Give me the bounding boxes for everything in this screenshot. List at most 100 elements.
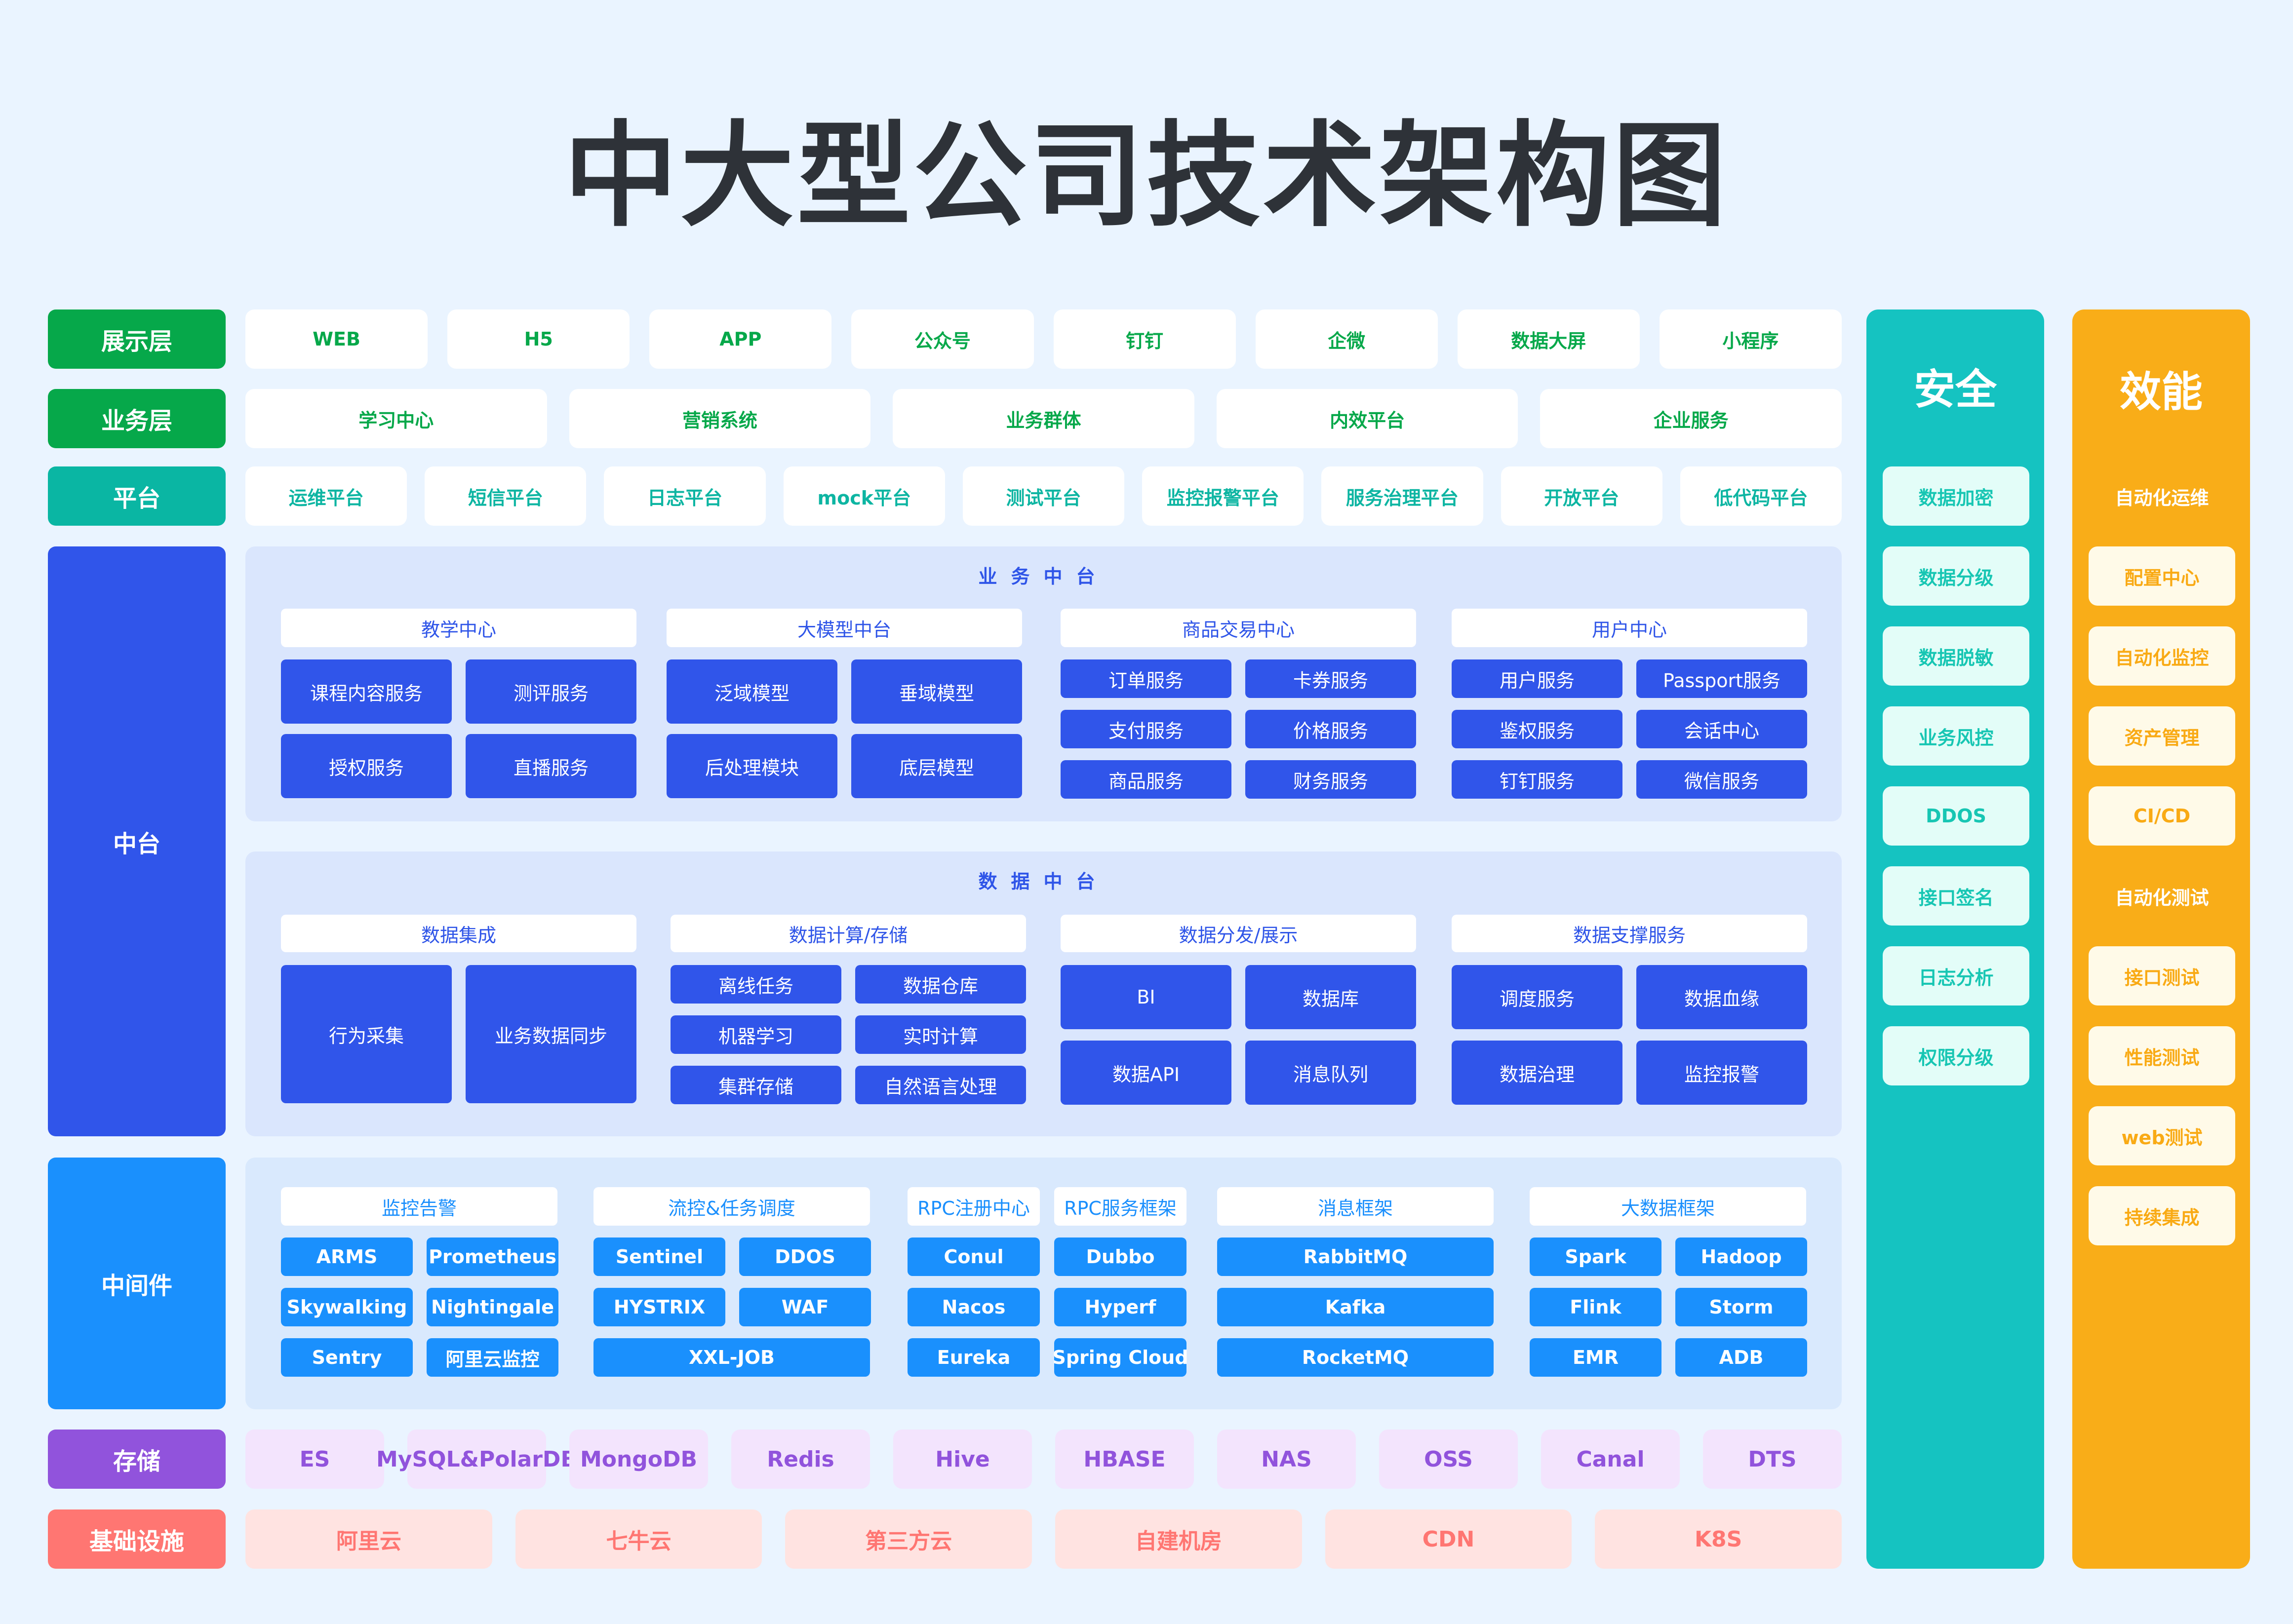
efficiency-item[interactable]: 自动化监控: [2089, 626, 2235, 686]
middleware-item[interactable]: Spark: [1530, 1237, 1661, 1276]
service-item[interactable]: 监控报警: [1636, 1041, 1807, 1105]
service-item[interactable]: 测评服务: [466, 659, 636, 724]
middleware-item[interactable]: Skywalking: [281, 1288, 413, 1326]
middleware-item[interactable]: Nacos: [908, 1288, 1040, 1326]
service-item[interactable]: 卡券服务: [1245, 659, 1416, 698]
platform-item[interactable]: 开放平台: [1501, 466, 1662, 526]
service-item[interactable]: 自然语言处理: [855, 1066, 1026, 1104]
service-item[interactable]: 订单服务: [1061, 659, 1231, 698]
platform-item[interactable]: 日志平台: [604, 466, 766, 526]
security-item[interactable]: 数据加密: [1883, 466, 2029, 526]
storage-item[interactable]: NAS: [1217, 1430, 1356, 1489]
business-item[interactable]: 企业服务: [1540, 389, 1842, 448]
middleware-item[interactable]: Kafka: [1217, 1288, 1494, 1326]
middleware-item[interactable]: Sentinel: [593, 1237, 725, 1276]
storage-item[interactable]: ES: [245, 1430, 384, 1489]
presentation-item[interactable]: 企微: [1255, 309, 1438, 369]
service-item[interactable]: Passport服务: [1636, 659, 1807, 698]
middleware-item[interactable]: EMR: [1530, 1338, 1661, 1377]
storage-item[interactable]: HBASE: [1055, 1430, 1194, 1489]
efficiency-item[interactable]: web测试: [2089, 1106, 2235, 1165]
presentation-item[interactable]: 小程序: [1659, 309, 1842, 369]
service-item[interactable]: 行为采集: [281, 965, 452, 1103]
presentation-item[interactable]: H5: [447, 309, 630, 369]
efficiency-item[interactable]: 资产管理: [2089, 706, 2235, 766]
infra-item[interactable]: CDN: [1325, 1509, 1572, 1569]
business-item[interactable]: 学习中心: [245, 389, 547, 448]
middleware-item[interactable]: ADB: [1675, 1338, 1807, 1377]
efficiency-item[interactable]: 持续集成: [2089, 1186, 2235, 1245]
infra-item[interactable]: 阿里云: [245, 1509, 492, 1569]
middleware-item[interactable]: RabbitMQ: [1217, 1237, 1494, 1276]
storage-item[interactable]: Redis: [731, 1430, 870, 1489]
service-item[interactable]: 商品服务: [1061, 760, 1231, 799]
platform-item[interactable]: 监控报警平台: [1142, 466, 1304, 526]
service-item[interactable]: 集群存储: [671, 1066, 841, 1104]
service-item[interactable]: 支付服务: [1061, 710, 1231, 748]
service-item[interactable]: 财务服务: [1245, 760, 1416, 799]
service-item[interactable]: 底层模型: [851, 734, 1022, 798]
efficiency-item[interactable]: 接口测试: [2089, 946, 2235, 1005]
service-item[interactable]: 课程内容服务: [281, 659, 452, 724]
service-item[interactable]: 数据API: [1061, 1041, 1231, 1105]
service-item[interactable]: 机器学习: [671, 1015, 841, 1054]
service-item[interactable]: 鉴权服务: [1452, 710, 1622, 748]
storage-item[interactable]: Canal: [1541, 1430, 1680, 1489]
infra-item[interactable]: 自建机房: [1055, 1509, 1302, 1569]
security-item[interactable]: 数据分级: [1883, 546, 2029, 606]
middleware-item[interactable]: Sentry: [281, 1338, 413, 1377]
platform-item[interactable]: mock平台: [783, 466, 945, 526]
middleware-item[interactable]: Eureka: [908, 1338, 1040, 1377]
middleware-item[interactable]: WAF: [739, 1288, 871, 1326]
security-item[interactable]: 数据脱敏: [1883, 626, 2029, 686]
presentation-item[interactable]: APP: [649, 309, 832, 369]
middleware-item[interactable]: Dubbo: [1054, 1237, 1186, 1276]
platform-item[interactable]: 测试平台: [962, 466, 1125, 526]
storage-item[interactable]: DTS: [1703, 1430, 1842, 1489]
service-item[interactable]: 价格服务: [1245, 710, 1416, 748]
security-item[interactable]: 日志分析: [1883, 946, 2029, 1005]
middleware-item[interactable]: Prometheus: [427, 1237, 558, 1276]
middleware-item[interactable]: Hyperf: [1054, 1288, 1186, 1326]
business-item[interactable]: 业务群体: [893, 389, 1194, 448]
presentation-item[interactable]: WEB: [245, 309, 428, 369]
service-item[interactable]: 业务数据同步: [466, 965, 636, 1103]
platform-item[interactable]: 低代码平台: [1680, 466, 1842, 526]
service-item[interactable]: 后处理模块: [667, 734, 837, 798]
service-item[interactable]: 数据治理: [1452, 1041, 1622, 1105]
middleware-item[interactable]: ARMS: [281, 1237, 413, 1276]
service-item[interactable]: 授权服务: [281, 734, 452, 798]
storage-item[interactable]: Hive: [893, 1430, 1032, 1489]
service-item[interactable]: 微信服务: [1636, 760, 1807, 799]
security-item[interactable]: 权限分级: [1883, 1026, 2029, 1085]
service-item[interactable]: 调度服务: [1452, 965, 1622, 1029]
service-item[interactable]: 直播服务: [466, 734, 636, 798]
middleware-item[interactable]: HYSTRIX: [593, 1288, 725, 1326]
presentation-item[interactable]: 数据大屏: [1457, 309, 1640, 369]
middleware-item[interactable]: XXL-JOB: [593, 1338, 870, 1377]
middleware-item[interactable]: 阿里云监控: [427, 1338, 558, 1377]
security-item[interactable]: 接口签名: [1883, 866, 2029, 926]
platform-item[interactable]: 短信平台: [425, 466, 587, 526]
efficiency-item[interactable]: 配置中心: [2089, 546, 2235, 606]
infra-item[interactable]: 第三方云: [785, 1509, 1032, 1569]
middleware-item[interactable]: Flink: [1530, 1288, 1661, 1326]
service-item[interactable]: 数据库: [1245, 965, 1416, 1029]
middleware-item[interactable]: Spring Cloud: [1052, 1338, 1188, 1377]
middleware-item[interactable]: Nightingale: [427, 1288, 558, 1326]
efficiency-item[interactable]: 性能测试: [2089, 1026, 2235, 1085]
service-item[interactable]: 钉钉服务: [1452, 760, 1622, 799]
presentation-item[interactable]: 钉钉: [1053, 309, 1236, 369]
service-item[interactable]: 会话中心: [1636, 710, 1807, 748]
service-item[interactable]: 数据血缘: [1636, 965, 1807, 1029]
middleware-item[interactable]: Hadoop: [1675, 1237, 1807, 1276]
presentation-item[interactable]: 公众号: [851, 309, 1034, 369]
business-item[interactable]: 营销系统: [569, 389, 871, 448]
storage-item[interactable]: MongoDB: [569, 1430, 708, 1489]
infra-item[interactable]: 七牛云: [515, 1509, 762, 1569]
security-item[interactable]: DDOS: [1883, 786, 2029, 846]
service-item[interactable]: 实时计算: [855, 1015, 1026, 1054]
middleware-item[interactable]: RocketMQ: [1217, 1338, 1494, 1377]
platform-item[interactable]: 运维平台: [245, 466, 407, 526]
service-item[interactable]: 消息队列: [1245, 1041, 1416, 1105]
